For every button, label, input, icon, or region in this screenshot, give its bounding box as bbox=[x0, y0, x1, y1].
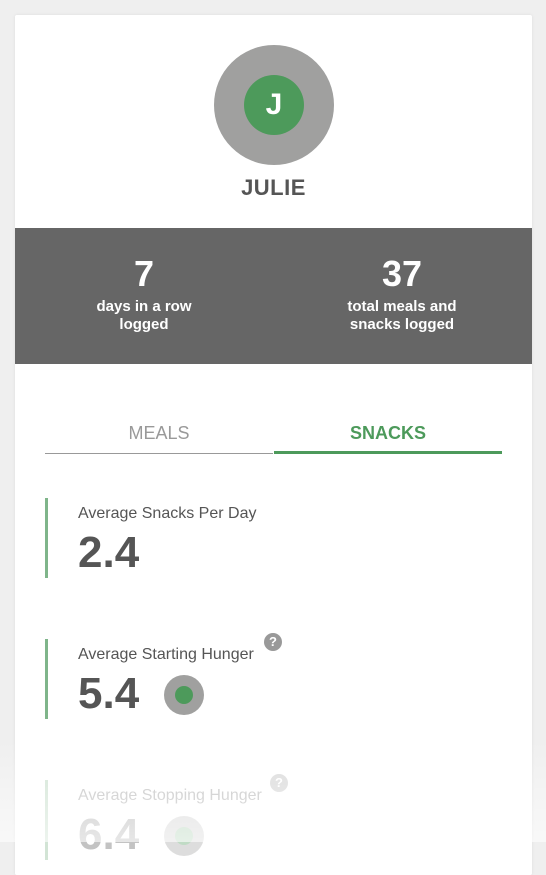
streak-value: 7 bbox=[133, 253, 155, 294]
streak-label: days in a row logged bbox=[96, 298, 192, 333]
avg-snacks-per-day-metric: Average Snacks Per Day 2.4 bbox=[45, 498, 488, 578]
metric-value: 2.4 bbox=[78, 528, 140, 577]
avatar: J bbox=[214, 45, 334, 165]
metric-value: 5.4 bbox=[78, 669, 140, 718]
profile-card: J JULIE 7 days in a row logged 37 total … bbox=[15, 15, 532, 875]
metric-label: Average Stopping Hunger bbox=[78, 787, 262, 804]
help-icon[interactable]: ? bbox=[270, 774, 288, 792]
total-logged-label: total meals and snacks logged bbox=[347, 298, 457, 333]
metric-label: Average Snacks Per Day bbox=[78, 505, 257, 522]
help-icon[interactable]: ? bbox=[264, 633, 282, 651]
streak-stat: 7 days in a row logged bbox=[34, 252, 254, 334]
tab-snacks[interactable]: SNACKS bbox=[274, 420, 502, 454]
hunger-level-dot-icon bbox=[164, 816, 204, 856]
user-name: JULIE bbox=[241, 175, 306, 200]
meal-type-tabs: MEALS SNACKS bbox=[45, 420, 502, 454]
total-logged-stat: 37 total meals and snacks logged bbox=[292, 252, 512, 334]
stats-banner: 7 days in a row logged 37 total meals an… bbox=[15, 228, 532, 364]
metric-label: Average Starting Hunger bbox=[78, 646, 254, 663]
tab-meals[interactable]: MEALS bbox=[45, 420, 273, 454]
total-logged-value: 37 bbox=[381, 253, 423, 294]
hunger-level-dot-icon bbox=[164, 675, 204, 715]
avg-starting-hunger-metric: Average Starting Hunger ? 5.4 bbox=[45, 633, 488, 719]
avg-stopping-hunger-metric: Average Stopping Hunger ? 6.4 bbox=[45, 774, 488, 860]
metric-value: 6.4 bbox=[78, 810, 140, 859]
avatar-initial: J bbox=[244, 75, 304, 135]
